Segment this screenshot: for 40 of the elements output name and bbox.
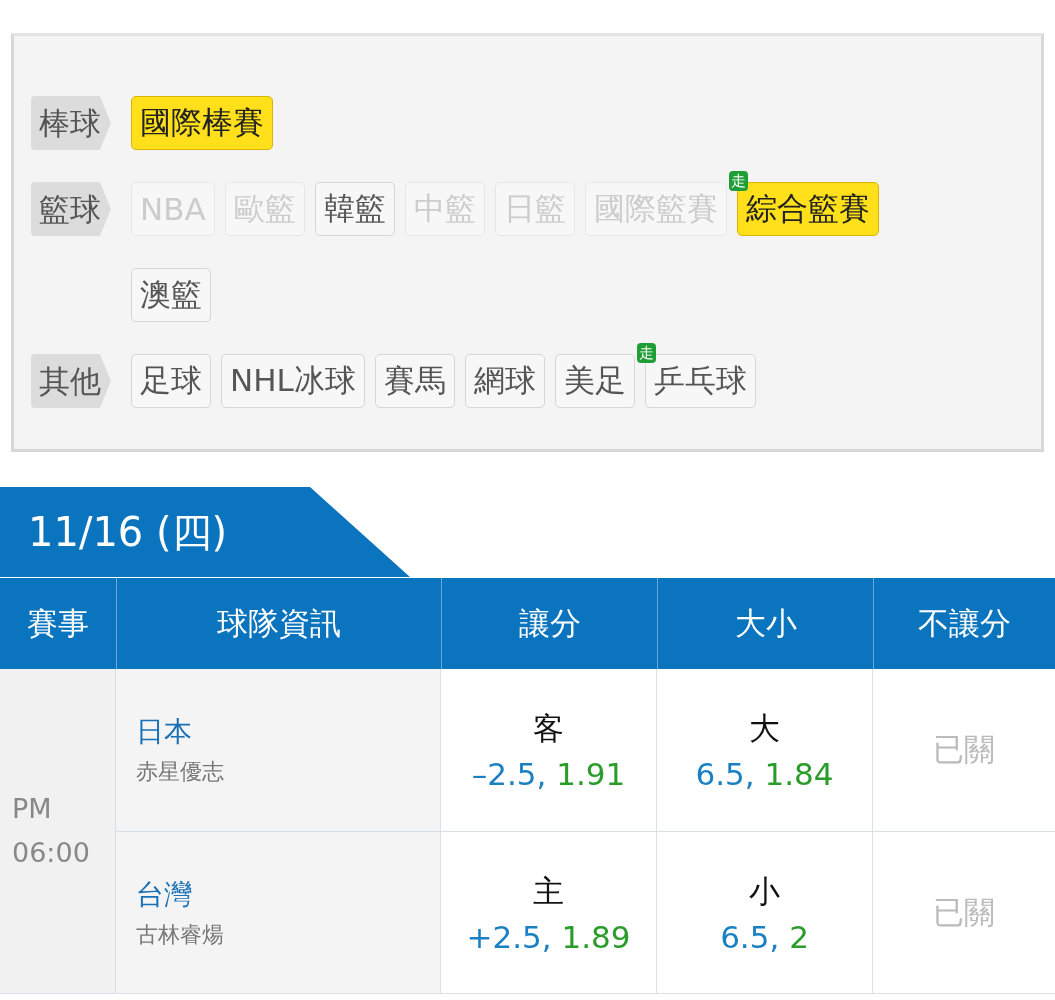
category-label: 籃球	[31, 182, 111, 236]
odds-line: +2.5,	[466, 918, 552, 955]
category-label: 棒球	[31, 96, 111, 150]
odds-value: 2	[789, 918, 809, 955]
pitcher-name: 古林睿煬	[136, 920, 225, 949]
team-name: 台灣	[136, 876, 193, 913]
odds-line: –2.5,	[471, 756, 547, 792]
live-badge: 走	[728, 171, 748, 191]
match-time: 06:00	[12, 836, 91, 870]
odds-side: 小	[749, 871, 780, 911]
team-name: 日本	[136, 714, 193, 750]
odds-side: 大	[749, 709, 780, 748]
odds-side: 客	[533, 709, 564, 748]
column-header: 大小	[657, 578, 873, 669]
league-chip[interactable]: 網球	[464, 354, 545, 408]
column-header: 讓分	[441, 578, 657, 669]
live-badge: 走	[636, 343, 656, 363]
league-chip[interactable]: NHL冰球	[221, 354, 365, 408]
odds-line: 6.5,	[695, 756, 755, 792]
odds-value: 1.91	[556, 756, 626, 792]
odds-line: 6.5,	[720, 918, 780, 955]
total-cell[interactable]: 大 6.5, 1.84	[657, 669, 873, 832]
spread-cell[interactable]: 客 –2.5, 1.91	[441, 669, 657, 832]
column-header: 賽事	[0, 578, 116, 669]
league-chip[interactable]: 韓籃	[314, 182, 395, 236]
odds-value: 1.84	[764, 756, 834, 792]
column-header: 球隊資訊	[116, 578, 441, 669]
column-header: 不讓分	[873, 578, 1055, 669]
odds-value: 1.89	[561, 918, 631, 955]
odds-side: 主	[533, 871, 564, 911]
time-period: PM	[12, 792, 53, 826]
league-chip[interactable]: 美足	[554, 354, 635, 408]
league-chip[interactable]: 賽馬	[374, 354, 455, 408]
league-chip[interactable]: 足球	[131, 354, 211, 408]
pitcher-name: 赤星優志	[136, 758, 225, 786]
total-cell[interactable]: 小 6.5, 2	[657, 832, 873, 994]
spread-cell[interactable]: 主 +2.5, 1.89	[441, 832, 657, 994]
league-chip[interactable]: 國際棒賽	[131, 96, 273, 150]
league-chip[interactable]: 澳籃	[131, 268, 211, 322]
category-label: 其他	[31, 354, 111, 408]
